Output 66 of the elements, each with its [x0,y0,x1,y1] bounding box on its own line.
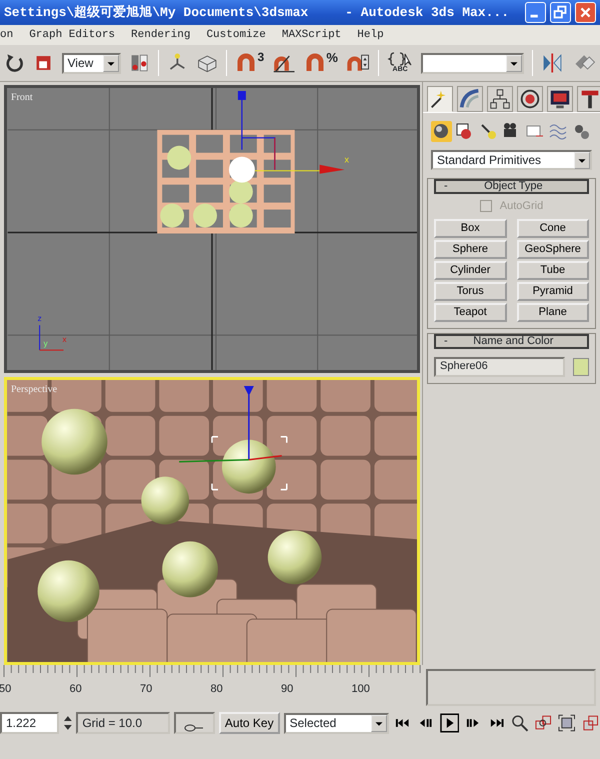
color-swatch[interactable] [573,358,589,376]
caret-icon[interactable] [574,152,590,168]
auto-key-button[interactable]: Auto Key [218,712,280,734]
primitive-button[interactable]: Cylinder [434,260,506,280]
axis-label: z [38,314,42,324]
primitive-button[interactable]: Box [434,218,506,238]
menu-item[interactable]: Help [357,26,384,44]
zoom-extents-all-icon[interactable] [580,713,600,733]
name-field[interactable]: Sphere06 [434,356,565,376]
window-title: Settings\超级可爱旭旭\My Documents\3dsmax [4,4,308,22]
caret-icon[interactable] [103,54,120,72]
move-gizmo-icon[interactable] [238,91,345,174]
axis-label: x [344,154,350,165]
panel-tab[interactable] [577,86,600,112]
braces-cursor-icon [387,52,414,66]
play-icon[interactable] [440,713,460,733]
axis-label: y [44,339,48,348]
primitive-button[interactable]: Cone [516,218,589,238]
menu-item[interactable]: Customize [206,26,266,44]
grid-readout: Grid = 10.0 [76,712,170,734]
checkbox-label: AutoGrid [500,199,544,214]
app-title: - Autodesk 3ds Max... [345,4,509,22]
wheel-icon [518,87,542,111]
dropdown-field[interactable]: Standard Primitives [431,150,592,170]
hierarchy-icon [488,87,512,111]
panel-tab[interactable] [547,86,573,112]
caret-icon[interactable] [506,54,522,72]
primitive-button[interactable]: Tube [516,260,589,280]
coordinate-field[interactable]: 1.222 [0,712,59,734]
menu-item[interactable]: MAXScript [282,26,342,44]
frame-number: 90 [281,683,294,695]
frame-number: 80 [210,683,223,695]
minimize-icon[interactable] [525,2,546,23]
key-mode-panel[interactable] [174,712,215,734]
menu-item[interactable]: on [0,26,14,44]
frame-number: 60 [70,683,82,695]
panel-tab[interactable] [427,86,453,112]
primitive-button[interactable]: Pyramid [516,282,589,300]
zoom-icon[interactable] [510,713,530,733]
dropdown-field[interactable]: Selected [284,712,389,734]
key-icon [184,722,204,732]
primitive-button[interactable]: Torus [434,282,506,300]
snap-toggle[interactable]: 3 [235,51,264,75]
primitive-button[interactable]: Teapot [434,302,506,322]
rollout-header[interactable]: - Object Type [434,179,589,194]
restore-icon[interactable] [550,2,571,23]
menu-item[interactable]: Rendering [131,26,190,44]
move-gizmo-icon[interactable] [179,386,288,490]
panel-tab[interactable] [487,86,513,112]
frame-number: 100 [352,683,370,695]
menu-item[interactable]: Graph Editors [29,26,116,44]
primitive-button[interactable]: Plane [516,302,589,322]
panel-tab[interactable] [517,86,543,112]
axis-label: x [62,335,67,344]
close-icon[interactable] [575,2,596,23]
percent-snap-toggle[interactable]: % [304,51,338,75]
rollout-header[interactable]: - Name and Color [434,334,589,348]
frame-number: 70 [140,683,152,695]
zoom-extents-icon[interactable] [557,713,577,733]
primitive-button[interactable]: GeoSphere [516,240,589,258]
dropdown-field[interactable] [421,52,524,74]
caret-icon[interactable] [370,714,387,732]
panel-tab[interactable] [457,86,483,112]
dropdown-field[interactable]: View [62,52,122,74]
primitive-button[interactable]: Sphere [434,240,506,258]
axis-tripod-icon [39,324,64,351]
